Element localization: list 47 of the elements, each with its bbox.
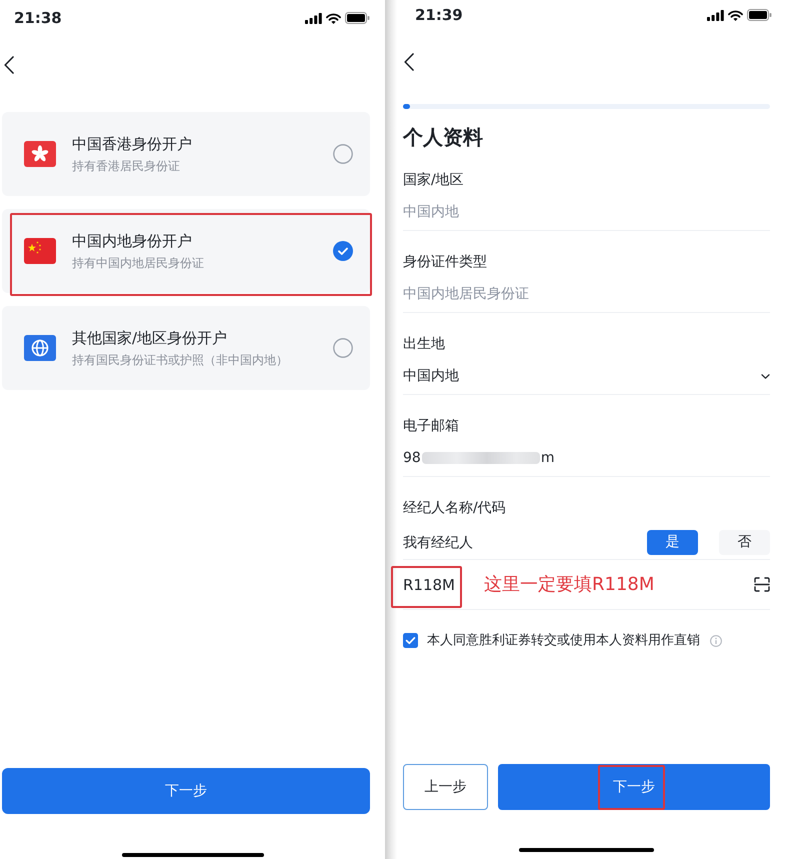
- scan-icon[interactable]: [754, 577, 770, 592]
- option-subtitle: 持有香港居民身份证: [72, 158, 181, 174]
- status-time: 21:39: [415, 6, 463, 24]
- previous-button[interactable]: 上一步: [403, 764, 488, 810]
- status-time: 21:38: [14, 9, 62, 27]
- toggle-option[interactable]: 是: [647, 530, 698, 555]
- wifi-icon: [728, 10, 743, 20]
- account-type-card[interactable]: 其他国家/地区身份开户 持有国民身份证书或护照（非中国内地）: [2, 306, 370, 390]
- option-title: 其他国家/地区身份开户: [72, 328, 228, 348]
- back-icon[interactable]: [4, 56, 14, 74]
- toggle-option[interactable]: 否: [719, 530, 770, 555]
- battery-icon: [345, 12, 370, 24]
- question-text: 我有经纪人: [403, 534, 473, 552]
- battery-icon: [747, 9, 772, 21]
- flower-flag-icon: [24, 141, 56, 167]
- select-field[interactable]: 中国内地: [403, 367, 770, 385]
- next-button[interactable]: 下一步: [2, 768, 370, 814]
- signal-icon: [305, 12, 322, 24]
- option-title: 中国香港身份开户: [72, 134, 193, 154]
- account-type-card[interactable]: 中国内地身份开户 持有中国内地居民身份证: [2, 209, 370, 293]
- field-value: 中国内地居民身份证: [403, 285, 530, 303]
- field-label: 电子邮箱: [403, 417, 460, 435]
- globe-icon: [24, 335, 56, 361]
- account-type-card[interactable]: 中国香港身份开户 持有香港居民身份证: [2, 112, 370, 196]
- consent-checkbox[interactable]: [403, 633, 418, 648]
- radio-button[interactable]: [333, 338, 353, 358]
- annotation-text: 这里一定要填R118M: [484, 574, 654, 596]
- option-subtitle: 持有中国内地居民身份证: [72, 254, 205, 272]
- page-title: 个人资料: [403, 125, 484, 149]
- radio-button[interactable]: [333, 241, 353, 261]
- field-label: 出生地: [403, 335, 446, 353]
- field-label: 身份证件类型: [403, 253, 488, 271]
- email-field[interactable]: 98 m: [403, 449, 770, 467]
- back-icon[interactable]: [404, 53, 414, 71]
- field-value: 中国内地: [403, 203, 460, 221]
- field-label: 经纪人名称/代码: [403, 499, 507, 517]
- radio-button[interactable]: [333, 144, 353, 164]
- broker-code-field[interactable]: R118M: [403, 576, 455, 594]
- wifi-icon: [326, 12, 341, 24]
- field-label: 国家/地区: [403, 171, 465, 189]
- signal-icon: [707, 10, 724, 20]
- consent-text: 本人同意胜利证券转交或使用本人资料用作直销: [427, 632, 700, 649]
- option-title: 中国内地身份开户: [72, 230, 193, 252]
- option-subtitle: 持有国民身份证书或护照（非中国内地）: [72, 352, 289, 368]
- star-flag-icon: [24, 238, 56, 264]
- chevron-down-icon: [761, 374, 770, 378]
- next-button[interactable]: 下一步: [498, 764, 770, 810]
